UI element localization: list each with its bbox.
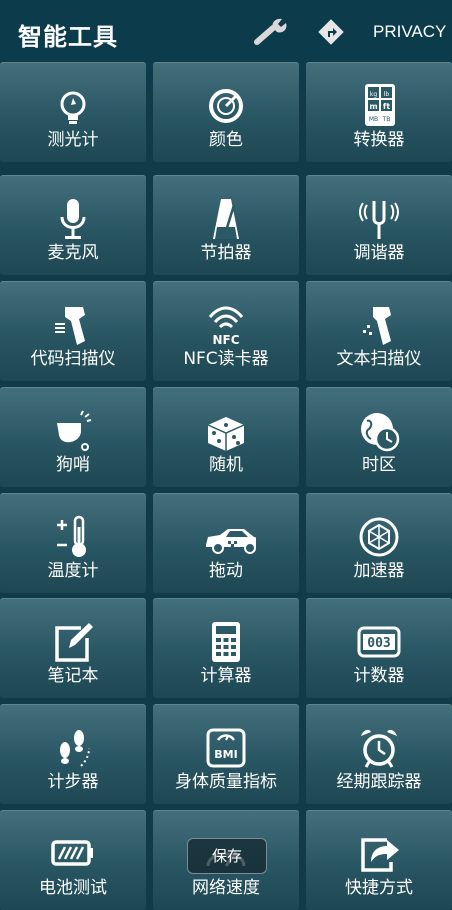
tile-tuner[interactable]: 调谐器 [306,175,452,275]
whistle-icon [57,410,92,451]
tile-notebook[interactable]: 笔记本 [0,598,146,698]
tile-random[interactable]: 随机 [153,387,299,487]
tile-drag[interactable]: 拖动 [153,493,299,593]
dice-icon [207,417,245,451]
tile-text-scanner[interactable]: 文本扫描仪 [306,281,452,381]
tile-label: NFC读卡器 [183,349,269,369]
tile-label: 文本扫描仪 [336,349,422,369]
tile-thermometer[interactable]: 温度计 [0,493,146,593]
nfc-icon: NFC [208,306,244,347]
tile-label: 代码扫描仪 [30,349,116,369]
light-meter-icon [60,91,86,124]
tile-label: 狗哨 [56,455,90,475]
tile-label: 调谐器 [353,243,405,263]
text-scanner-icon [363,307,391,345]
tile-label: 经期跟踪器 [336,772,422,792]
footsteps-icon [60,730,90,767]
tile-battery-test[interactable]: 电池测试 [0,810,146,910]
converter-lb: lb [384,91,390,98]
privacy-link[interactable]: PRIVACY [373,22,446,42]
tile-counter[interactable]: 003 计数器 [306,598,452,698]
tile-label: 温度计 [47,561,99,581]
tile-label: 随机 [209,455,243,475]
tile-color[interactable]: 颜色 [153,62,299,162]
car-icon [206,529,256,554]
converter-tb: TB [382,116,391,123]
tuning-fork-icon [359,201,399,239]
counter-digits: 003 [367,636,390,651]
tile-metronome[interactable]: 节拍器 [153,175,299,275]
converter-mb: MB [369,116,378,123]
alarm-clock-icon [361,729,397,768]
tile-label: 计算器 [200,666,252,686]
bmi-scale-icon: BMI [206,728,246,768]
tile-accelerometer[interactable]: 加速器 [306,493,452,593]
tile-nfc[interactable]: NFC NFC读卡器 [153,281,299,381]
bmi-text: BMI [214,748,237,761]
tile-label: 身体质量指标 [175,772,277,792]
barcode-scanner-icon [55,307,85,345]
tile-label: 转换器 [353,130,405,150]
tile-pedometer[interactable]: 计步器 [0,704,146,804]
tile-label: 笔记本 [47,666,99,686]
converter-icon: kg lb m ft MB TB [365,84,395,126]
tools-grid: 测光计 颜色 kg lb m ft MB TB 转换器 麦克风 节拍器 调谐器 … [0,62,452,910]
tile-code-scanner[interactable]: 代码扫描仪 [0,281,146,381]
accelerometer-icon [359,517,399,557]
battery-icon [51,840,93,866]
navigation-icon[interactable] [317,18,345,46]
converter-m: m [369,102,377,111]
tile-label: 颜色 [209,130,243,150]
tile-calculator[interactable]: 计算器 [153,598,299,698]
tile-label: 计步器 [47,772,99,792]
tile-dog-whistle[interactable]: 狗哨 [0,387,146,487]
wrench-icon[interactable] [251,16,291,46]
converter-ft: ft [383,102,390,111]
notebook-icon [55,623,93,662]
tile-label: 麦克风 [47,243,99,263]
tile-label: 加速器 [353,561,405,581]
counter-icon: 003 [357,626,401,658]
tile-label: 测光计 [47,130,99,150]
tile-shortcut[interactable]: 快捷方式 [306,810,452,910]
tile-label: 电池测试 [39,878,107,898]
tile-label: 节拍器 [200,243,252,263]
calculator-icon [212,622,240,662]
tile-microphone[interactable]: 麦克风 [0,175,146,275]
tile-converter[interactable]: kg lb m ft MB TB 转换器 [306,62,452,162]
tile-bmi[interactable]: BMI 身体质量指标 [153,704,299,804]
share-icon [361,838,399,872]
tile-label: 时区 [362,455,396,475]
tile-label: 拖动 [209,561,243,581]
tile-label: 网络速度 [192,878,260,898]
tile-label: 快捷方式 [345,878,413,898]
globe-clock-icon [361,413,400,452]
tile-light-meter[interactable]: 测光计 [0,62,146,162]
thermometer-icon [57,515,86,557]
tile-label: 计数器 [353,666,405,686]
tile-timezone[interactable]: 时区 [306,387,452,487]
app-title: 智能工具 [18,23,118,51]
tile-period-tracker[interactable]: 经期跟踪器 [306,704,452,804]
converter-kg: kg [370,91,377,98]
metronome-icon [213,199,239,239]
color-icon [209,89,243,123]
microphone-icon [60,199,86,239]
save-toast[interactable]: 保存 [187,838,267,874]
